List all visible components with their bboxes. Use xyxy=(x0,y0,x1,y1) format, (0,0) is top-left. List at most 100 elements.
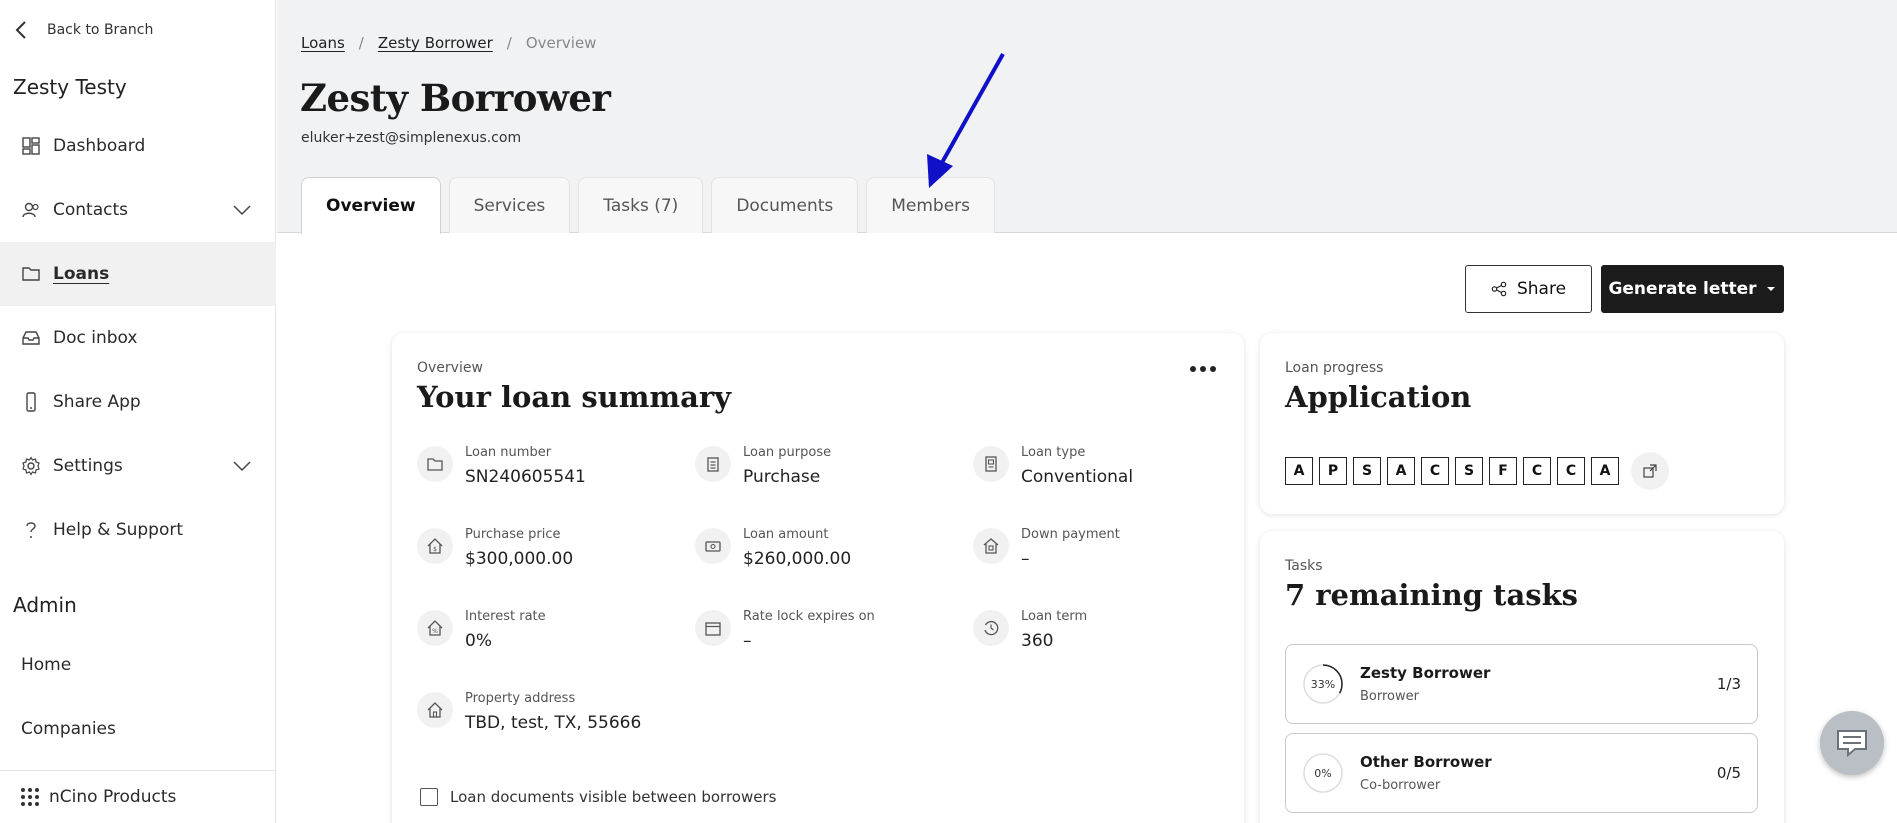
sidebar-item-contacts[interactable]: Contacts xyxy=(0,178,276,242)
progress-step: C xyxy=(1523,457,1551,485)
field-label: Purchase price xyxy=(465,527,561,542)
progress-title: Application xyxy=(1285,380,1472,414)
admin-item-home[interactable]: Home xyxy=(21,655,71,675)
field-value: TBD, test, TX, 55666 xyxy=(465,713,642,733)
borrower-email: eluker+zest@simplenexus.com xyxy=(301,130,522,146)
sidebar-item-label: Loans xyxy=(53,264,110,284)
ncino-products-link[interactable]: nCino Products xyxy=(0,770,276,823)
tab-documents[interactable]: Documents xyxy=(711,177,859,233)
chevron-left-icon xyxy=(15,21,26,39)
field-value: $260,000.00 xyxy=(743,549,852,569)
field-label: Property address xyxy=(465,691,576,706)
task-person-role: Borrower xyxy=(1360,689,1419,704)
clipboard-icon xyxy=(695,446,731,482)
admin-item-companies[interactable]: Companies xyxy=(21,719,116,739)
field-down-payment: Down payment – xyxy=(973,527,1120,569)
task-row-zesty-borrower[interactable]: 33% Zesty Borrower Borrower 1/3 xyxy=(1285,644,1758,724)
sidebar-item-label: Help & Support xyxy=(53,520,184,540)
field-value: SN240605541 xyxy=(465,467,586,487)
more-options-icon[interactable] xyxy=(1190,366,1216,372)
task-row-other-borrower[interactable]: 0% Other Borrower Co-borrower 0/5 xyxy=(1285,733,1758,813)
contacts-icon xyxy=(22,202,39,218)
field-value: Purchase xyxy=(743,467,821,487)
share-label: Share xyxy=(1516,279,1567,299)
field-label: Loan type xyxy=(1021,445,1086,460)
open-external-icon[interactable] xyxy=(1631,452,1669,490)
progress-step: C xyxy=(1421,457,1449,485)
progress-eyebrow: Loan progress xyxy=(1285,360,1384,376)
summary-eyebrow: Overview xyxy=(417,360,483,376)
breadcrumb-separator: / xyxy=(506,34,512,52)
gear-icon xyxy=(22,456,40,476)
admin-heading: Admin xyxy=(13,593,77,617)
sidebar-item-loans[interactable]: Loans xyxy=(0,242,276,306)
loan-progress-card: Loan progress Application A P S A C S F … xyxy=(1260,333,1784,514)
help-icon xyxy=(26,522,36,538)
chat-support-button[interactable] xyxy=(1820,711,1884,775)
task-percent: 33% xyxy=(1310,677,1336,691)
progress-step: S xyxy=(1353,457,1381,485)
account-name: Zesty Testy xyxy=(13,75,127,99)
task-person-role: Co-borrower xyxy=(1360,778,1441,793)
share-button[interactable]: Share xyxy=(1465,265,1592,313)
svg-text:%: % xyxy=(432,628,438,635)
breadcrumb-separator: / xyxy=(358,34,364,52)
field-value: $300,000.00 xyxy=(465,549,574,569)
field-label: Loan number xyxy=(465,445,552,460)
folder-icon xyxy=(417,446,453,482)
back-to-branch-link[interactable]: Back to Branch xyxy=(13,20,153,40)
field-value: 0% xyxy=(465,631,492,651)
field-property-address: Property address TBD, test, TX, 55666 xyxy=(417,691,641,733)
sidebar-item-share-app[interactable]: Share App xyxy=(0,370,276,434)
tab-services[interactable]: Services xyxy=(448,177,571,233)
field-label: Rate lock expires on xyxy=(743,609,875,624)
field-interest-rate: % Interest rate 0% xyxy=(417,609,546,651)
chat-icon xyxy=(1837,730,1867,758)
sidebar-item-label: Settings xyxy=(53,456,123,476)
chevron-down-icon[interactable] xyxy=(232,460,252,472)
progress-step: S xyxy=(1455,457,1483,485)
generate-letter-label: Generate letter xyxy=(1608,279,1757,299)
field-loan-amount: Loan amount $260,000.00 xyxy=(695,527,851,569)
tab-tasks[interactable]: Tasks (7) xyxy=(578,177,704,233)
generate-letter-button[interactable]: Generate letter xyxy=(1601,265,1784,313)
field-label: Down payment xyxy=(1021,527,1120,542)
task-person-name: Other Borrower xyxy=(1360,753,1492,771)
app-grid-icon xyxy=(21,788,39,806)
sidebar-item-label: Share App xyxy=(53,392,141,412)
tab-bar: Overview Services Tasks (7) Documents Me… xyxy=(301,177,996,234)
task-count: 0/5 xyxy=(1716,764,1741,782)
tab-overview[interactable]: Overview xyxy=(301,177,441,234)
field-loan-number: Loan number SN240605541 xyxy=(417,445,586,487)
page-header: Loans / Zesty Borrower / Overview Zesty … xyxy=(277,0,1897,234)
sidebar-item-help-support[interactable]: Help & Support xyxy=(0,498,276,562)
cash-icon xyxy=(695,528,731,564)
progress-step: A xyxy=(1387,457,1415,485)
phone-icon xyxy=(26,392,36,412)
folder-icon xyxy=(22,267,40,281)
field-value: 360 xyxy=(1021,631,1054,651)
sidebar-item-label: Contacts xyxy=(53,200,128,220)
field-label: Loan amount xyxy=(743,527,829,542)
back-link-label: Back to Branch xyxy=(47,22,154,38)
document-icon xyxy=(973,446,1009,482)
tab-members[interactable]: Members xyxy=(866,177,996,233)
sidebar-item-dashboard[interactable]: Dashboard xyxy=(0,114,276,178)
breadcrumb-loans[interactable]: Loans xyxy=(301,34,345,52)
house-icon xyxy=(417,692,453,728)
house-dollar-icon: $ xyxy=(417,528,453,564)
breadcrumb-borrower[interactable]: Zesty Borrower xyxy=(378,34,493,52)
progress-step: F xyxy=(1489,457,1517,485)
tasks-eyebrow: Tasks xyxy=(1285,558,1323,574)
calendar-icon xyxy=(695,610,731,646)
sidebar-item-settings[interactable]: Settings xyxy=(0,434,276,498)
docs-visible-checkbox[interactable] xyxy=(420,788,438,806)
dashboard-icon xyxy=(22,137,40,155)
docs-visible-option: Loan documents visible between borrowers xyxy=(420,788,776,806)
progress-step: P xyxy=(1319,457,1347,485)
chevron-down-icon[interactable] xyxy=(232,204,252,216)
sidebar-item-doc-inbox[interactable]: Doc inbox xyxy=(0,306,276,370)
task-progress-ring: 0% xyxy=(1302,752,1344,794)
sidebar: Back to Branch Zesty Testy Dashboard Con… xyxy=(0,0,276,823)
share-icon xyxy=(1491,281,1507,297)
